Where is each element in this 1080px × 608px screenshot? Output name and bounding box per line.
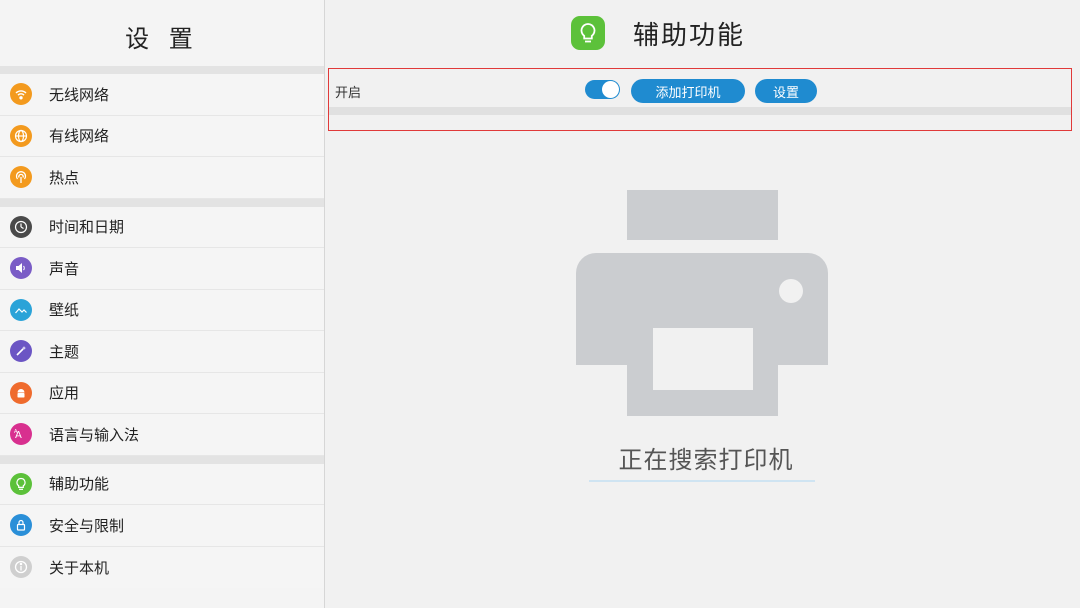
printer-toolbar: 开启 添加打印机 设置 <box>328 68 1072 131</box>
bulb-icon <box>570 16 605 50</box>
toggle-knob <box>602 81 619 98</box>
printer-settings-button[interactable]: 设置 <box>755 79 817 103</box>
bulb-icon <box>10 472 32 495</box>
group-separator <box>0 66 324 74</box>
sidebar-item-label: 壁纸 <box>49 301 80 320</box>
sidebar-item-label: 声音 <box>49 259 80 278</box>
sidebar-title: 设 置 <box>125 24 199 53</box>
printer-icon <box>576 190 828 416</box>
enable-label: 开启 <box>335 86 362 101</box>
sidebar-item-label: 辅助功能 <box>49 475 110 494</box>
android-icon <box>10 381 32 404</box>
clock-icon <box>10 215 32 238</box>
sidebar-item[interactable]: 热点 <box>0 157 324 199</box>
searching-status: 正在搜索打印机 <box>618 446 794 474</box>
add-printer-button[interactable]: 添加打印机 <box>631 79 745 103</box>
sidebar-item[interactable]: 时间和日期 <box>0 206 324 248</box>
sidebar-item[interactable]: 主题 <box>0 331 324 373</box>
sidebar-item-label: 应用 <box>49 384 80 403</box>
search-progress-line <box>589 480 815 482</box>
group-separator <box>0 198 324 207</box>
sidebar-item[interactable]: 辅助功能 <box>0 463 324 505</box>
sidebar-item[interactable]: 有线网络 <box>0 115 324 157</box>
theme-wand-icon <box>10 340 32 363</box>
sidebar-item[interactable]: 应用 <box>0 372 324 414</box>
sidebar-item[interactable]: A A 语言与输入法 <box>0 414 324 456</box>
enable-toggle[interactable] <box>585 80 620 99</box>
speaker-icon <box>10 257 32 280</box>
language-icon: AA <box>10 423 32 446</box>
main-header: 辅助功能 <box>326 0 1080 66</box>
sidebar-item[interactable]: 声音 <box>0 248 324 290</box>
main-panel: 辅助功能 开启 添加打印机 设置 正在搜索打印机 <box>326 0 1080 608</box>
sidebar-item[interactable]: 关于本机 <box>0 546 324 588</box>
sidebar-item-label: 热点 <box>49 168 80 187</box>
hotspot-icon <box>10 166 32 189</box>
info-icon <box>10 556 32 579</box>
sidebar-item-label: 有线网络 <box>49 127 110 146</box>
sidebar-item-label: 时间和日期 <box>49 218 125 237</box>
sidebar-item-label: 语言与输入法 <box>49 425 140 444</box>
sidebar-item-label: 主题 <box>49 342 80 361</box>
globe-icon <box>10 124 32 147</box>
sidebar-groups: 无线网络有线网络热点时间和日期声音壁纸主题应用 A A 语言与输入法 辅助功能安全与限制… <box>0 66 324 588</box>
sidebar-item[interactable]: 安全与限制 <box>0 505 324 547</box>
sidebar-item-label: 安全与限制 <box>49 516 125 535</box>
sidebar-item[interactable]: 无线网络 <box>0 74 324 116</box>
lock-icon <box>10 514 32 537</box>
sidebar-item[interactable]: 壁纸 <box>0 289 324 331</box>
settings-sidebar: 设 置 无线网络有线网络热点时间和日期声音壁纸主题应用 A A 语言与输入法 辅助功能安… <box>0 0 325 608</box>
wifi-icon <box>10 83 32 106</box>
page-title: 辅助功能 <box>632 20 745 51</box>
sidebar-item-label: 无线网络 <box>49 85 110 104</box>
wallpaper-icon <box>10 298 32 321</box>
group-separator <box>0 455 324 464</box>
svg-text:A: A <box>14 429 18 435</box>
sidebar-item-label: 关于本机 <box>49 558 110 577</box>
